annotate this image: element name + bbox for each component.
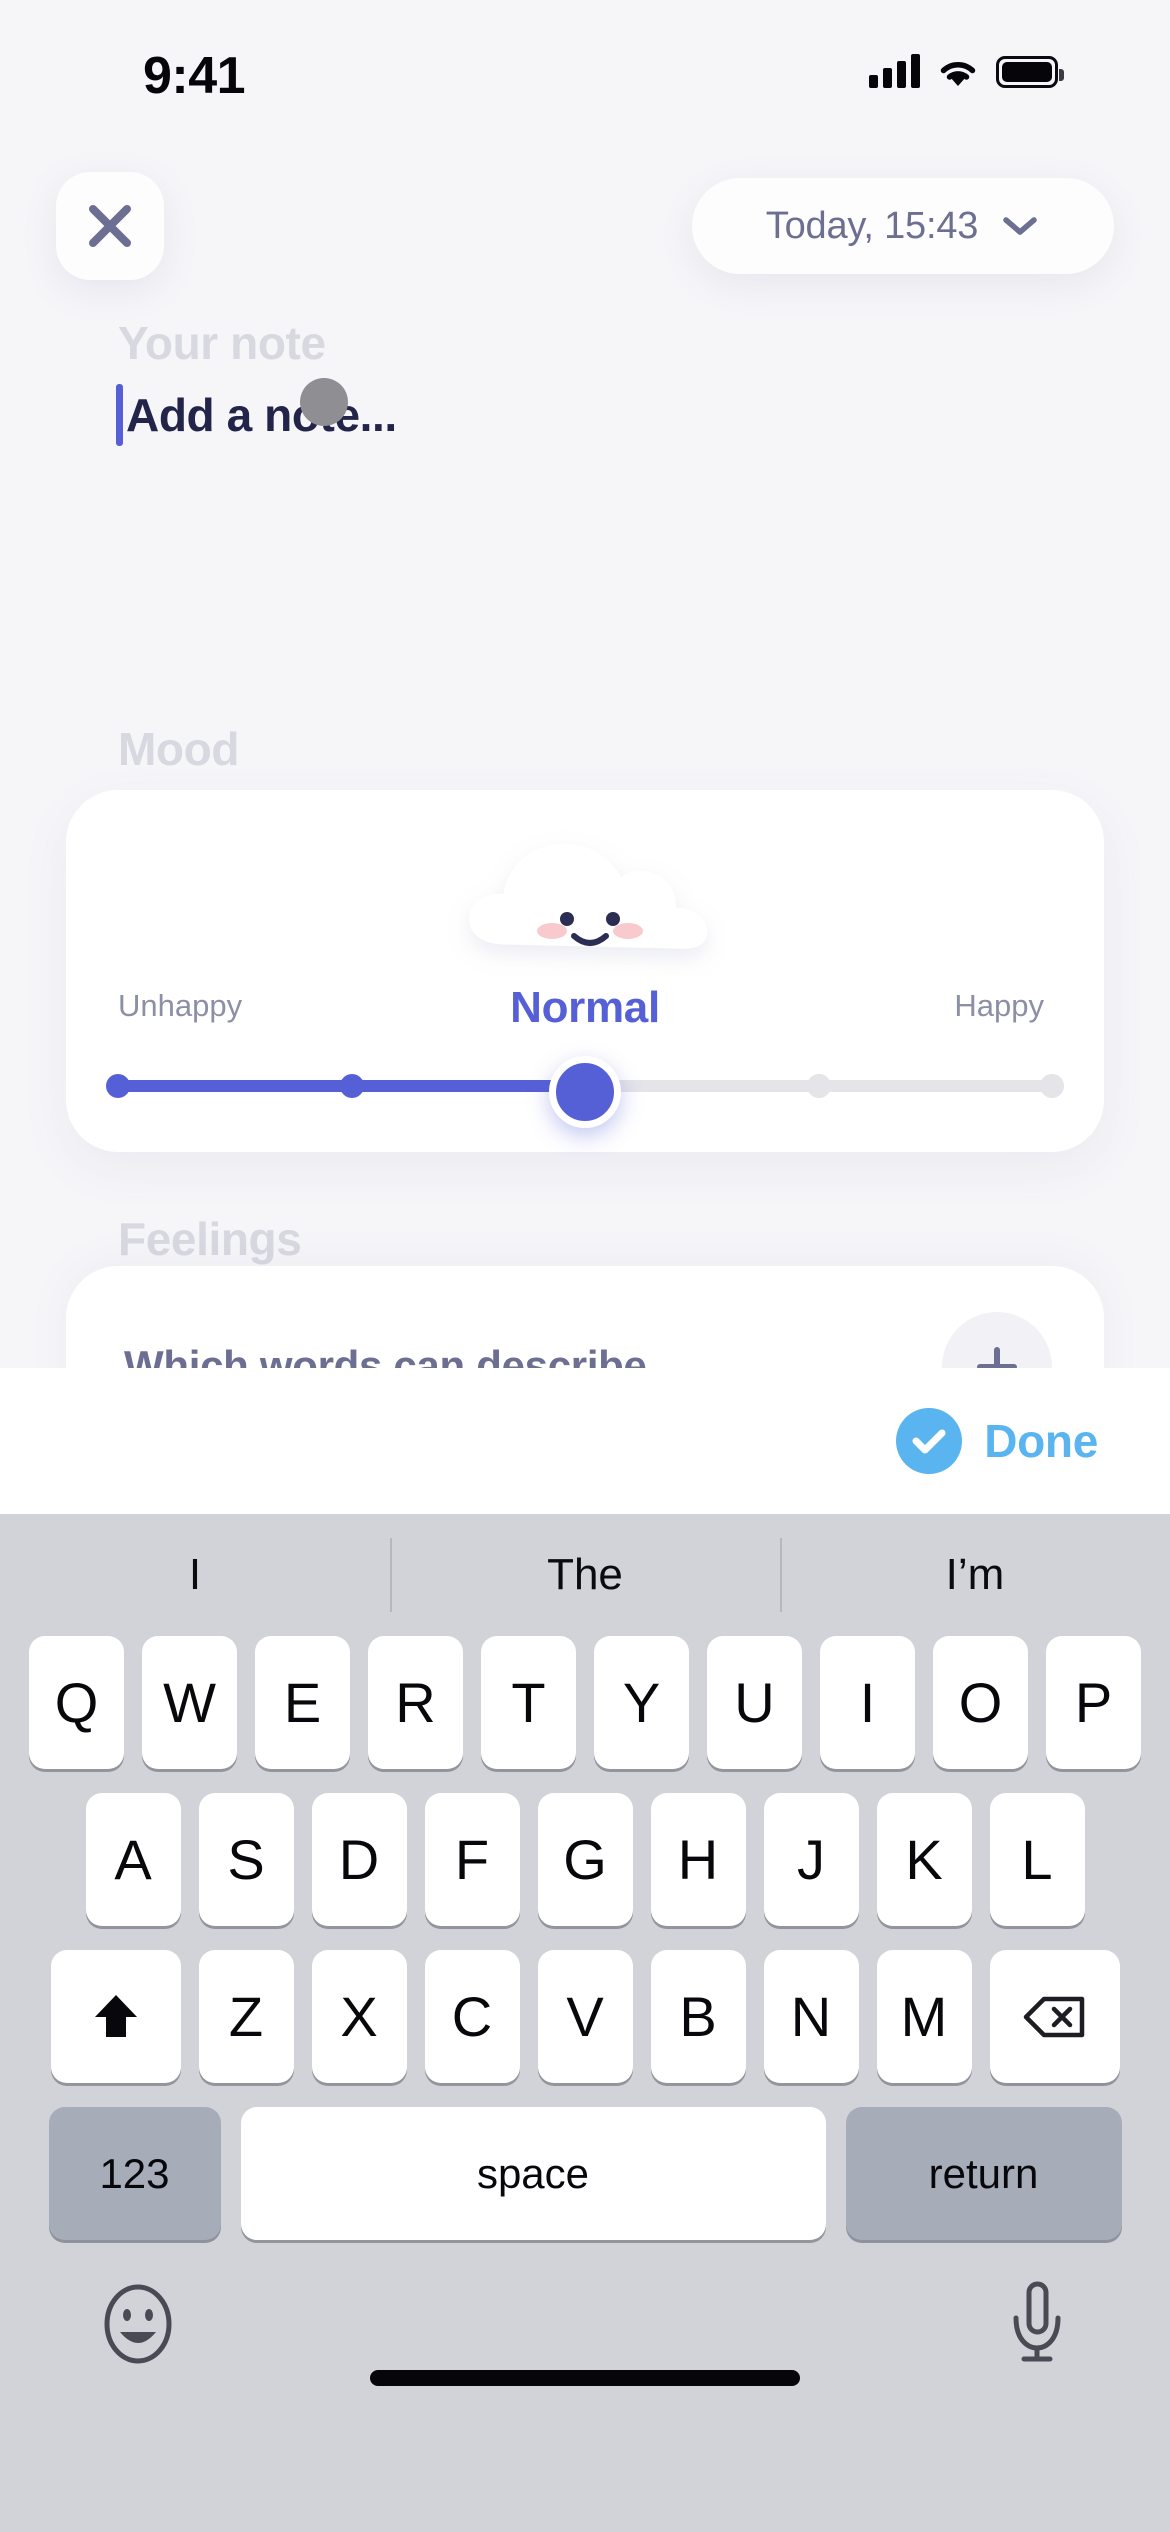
key-q[interactable]: Q xyxy=(29,1636,124,1769)
check-circle-icon xyxy=(896,1408,963,1474)
chevron-down-icon xyxy=(1003,217,1037,235)
status-bar-time: 9:41 xyxy=(143,47,246,105)
touch-point-indicator xyxy=(300,378,348,426)
key-c[interactable]: C xyxy=(424,1950,520,2083)
key-p[interactable]: P xyxy=(1046,1636,1141,1769)
done-button[interactable]: Done xyxy=(984,1414,1098,1468)
keyboard-row-1: Q W E R T Y U I O P xyxy=(0,1636,1170,1769)
key-s[interactable]: S xyxy=(198,1793,294,1926)
battery-icon xyxy=(996,56,1064,88)
cellular-signal-icon xyxy=(869,52,920,88)
home-indicator xyxy=(370,2370,800,2386)
space-key[interactable]: space xyxy=(240,2107,826,2240)
keyboard: I The I’m Q W E R T Y U I O P A S D F G … xyxy=(0,1514,1170,2532)
text-caret xyxy=(116,384,123,446)
suggestion-bar: I The I’m xyxy=(0,1514,1170,1636)
key-m[interactable]: M xyxy=(876,1950,972,2083)
app-screen: 9:41 Today, 15:43 Your note Add a note..… xyxy=(0,0,1170,2532)
key-x[interactable]: X xyxy=(311,1950,407,2083)
note-section-label: Your note xyxy=(118,317,326,369)
close-icon xyxy=(89,205,131,247)
key-y[interactable]: Y xyxy=(594,1636,689,1769)
slider-tick[interactable] xyxy=(806,1074,831,1098)
backspace-icon xyxy=(1023,1996,1084,2037)
key-l[interactable]: L xyxy=(989,1793,1085,1926)
mood-selected-label: Normal xyxy=(510,983,660,1032)
status-bar: 9:41 xyxy=(0,0,1170,120)
close-button[interactable] xyxy=(56,172,164,280)
wifi-icon xyxy=(937,54,979,88)
date-selector[interactable]: Today, 15:43 xyxy=(692,178,1114,274)
key-v[interactable]: V xyxy=(537,1950,633,2083)
keyboard-row-2: A S D F G H J K L xyxy=(0,1793,1170,1926)
key-n[interactable]: N xyxy=(763,1950,859,2083)
mood-section-label: Mood xyxy=(118,723,240,775)
key-h[interactable]: H xyxy=(650,1793,746,1926)
key-b[interactable]: B xyxy=(650,1950,746,2083)
key-i[interactable]: I xyxy=(820,1636,915,1769)
key-t[interactable]: T xyxy=(481,1636,576,1769)
status-bar-indicators xyxy=(869,52,1064,88)
microphone-icon xyxy=(1013,2281,1061,2362)
key-j[interactable]: J xyxy=(763,1793,859,1926)
cloud-face-normal-icon xyxy=(445,806,725,981)
key-d[interactable]: D xyxy=(311,1793,407,1926)
slider-tick[interactable] xyxy=(106,1074,130,1098)
slider-thumb[interactable] xyxy=(549,1056,621,1128)
done-toolbar: Done xyxy=(0,1368,1170,1514)
microphone-key[interactable] xyxy=(1002,2278,1072,2373)
numbers-key[interactable]: 123 xyxy=(48,2107,221,2240)
mood-card: Unhappy Normal Happy xyxy=(66,790,1104,1152)
suggestion-item[interactable]: The xyxy=(390,1550,780,1600)
emoji-key[interactable] xyxy=(100,2282,176,2371)
slider-tick[interactable] xyxy=(1040,1074,1064,1098)
key-g[interactable]: G xyxy=(537,1793,633,1926)
key-z[interactable]: Z xyxy=(198,1950,294,2083)
emoji-smiley-icon xyxy=(104,2284,172,2364)
date-label: Today, 15:43 xyxy=(765,204,979,247)
keyboard-row-3: Z X C V B N M xyxy=(0,1950,1170,2083)
shift-arrow-icon xyxy=(94,1994,137,2037)
key-w[interactable]: W xyxy=(142,1636,237,1769)
key-a[interactable]: A xyxy=(85,1793,181,1926)
suggestion-item[interactable]: I’m xyxy=(780,1550,1170,1600)
return-key[interactable]: return xyxy=(845,2107,1122,2240)
key-u[interactable]: U xyxy=(707,1636,802,1769)
key-r[interactable]: R xyxy=(368,1636,463,1769)
mood-slider[interactable] xyxy=(106,1056,1064,1128)
shift-key[interactable] xyxy=(50,1950,181,2083)
key-e[interactable]: E xyxy=(255,1636,350,1769)
mood-max-label: Happy xyxy=(954,988,1044,1023)
keyboard-row-4: 123 space return xyxy=(0,2107,1170,2240)
note-input[interactable]: Add a note... xyxy=(116,384,397,446)
key-k[interactable]: K xyxy=(876,1793,972,1926)
note-placeholder: Add a note... xyxy=(126,389,397,441)
key-o[interactable]: O xyxy=(933,1636,1028,1769)
keyboard-bottom-row xyxy=(0,2264,1170,2414)
key-f[interactable]: F xyxy=(424,1793,520,1926)
feelings-section-label: Feelings xyxy=(118,1213,302,1265)
suggestion-item[interactable]: I xyxy=(0,1550,390,1600)
slider-tick[interactable] xyxy=(339,1074,364,1098)
backspace-key[interactable] xyxy=(989,1950,1120,2083)
